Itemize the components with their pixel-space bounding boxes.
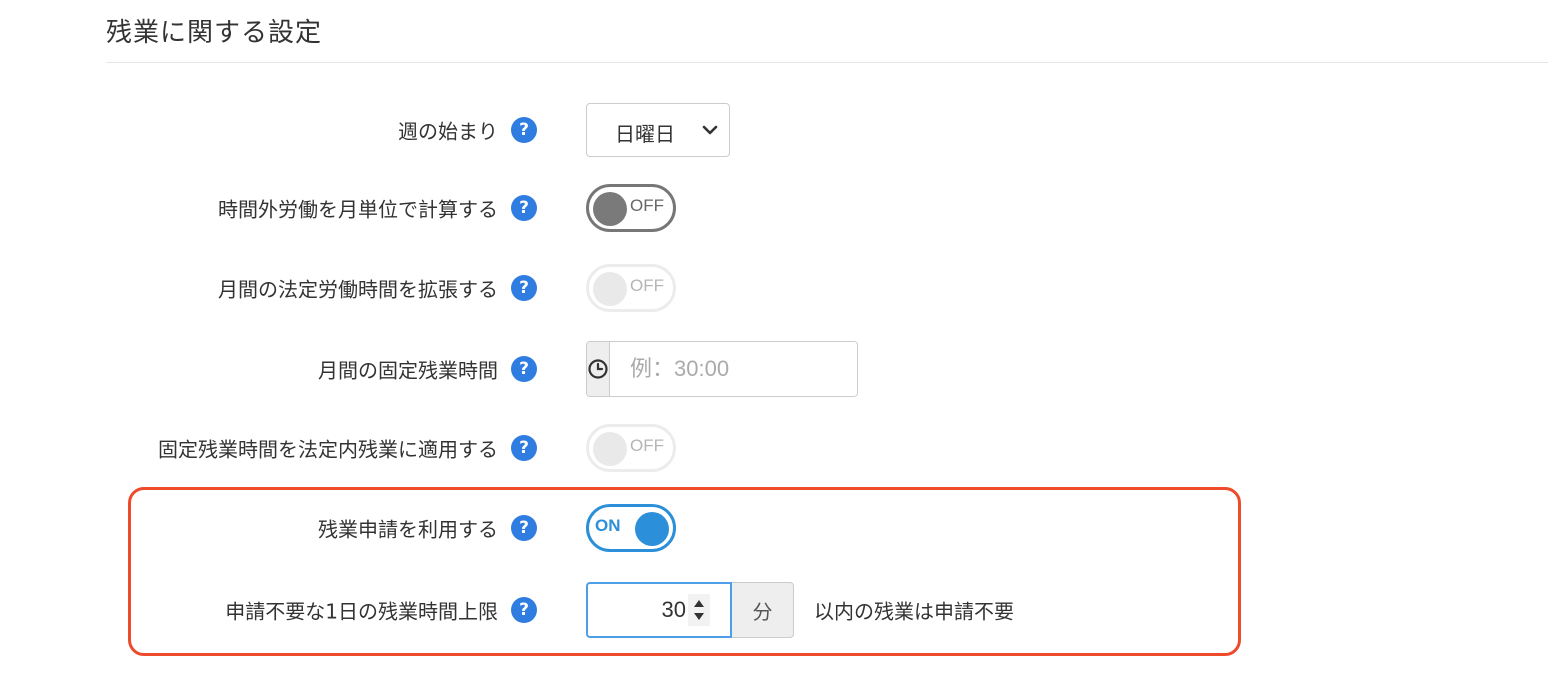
apply-fixed-label: 固定残業時間を法定内残業に適用する — [158, 437, 498, 462]
week-start-label: 週の始まり — [398, 119, 498, 144]
request-limit-input-group: 分 — [586, 582, 794, 638]
toggle-label: OFF — [630, 196, 664, 215]
request-limit-input[interactable] — [588, 584, 686, 636]
row-week-start: 週の始まり ? 日曜日 — [0, 102, 1548, 158]
question-circle-icon[interactable]: ? — [511, 117, 537, 143]
unit-addon: 分 — [732, 582, 794, 638]
fixed-overtime-input-group — [586, 341, 858, 397]
clock-icon — [588, 359, 608, 379]
spinner-arrows-icon[interactable] — [688, 594, 710, 626]
toggle-knob — [593, 192, 627, 226]
extend-legal-label: 月間の法定労働時間を拡張する — [218, 277, 498, 302]
row-monthly-calc: 時間外労働を月単位で計算する ? OFF — [0, 180, 1548, 236]
section-title: 残業に関する設定 — [106, 18, 323, 48]
toggle-knob — [593, 272, 627, 306]
toggle-knob — [635, 512, 669, 546]
extend-legal-toggle[interactable]: OFF — [586, 264, 676, 312]
request-limit-suffix: 以内の残業は申請不要 — [814, 599, 1014, 624]
spinner-up-icon[interactable] — [694, 600, 704, 607]
monthly-calc-toggle[interactable]: OFF — [586, 184, 676, 232]
chevron-down-icon — [702, 125, 718, 135]
row-apply-fixed: 固定残業時間を法定内残業に適用する ? OFF — [0, 420, 1548, 476]
toggle-label: OFF — [630, 276, 664, 295]
row-fixed-overtime: 月間の固定残業時間 ? — [0, 341, 1548, 397]
overtime-request-label: 残業申請を利用する — [318, 517, 498, 542]
question-circle-icon[interactable]: ? — [511, 597, 537, 623]
section-divider — [106, 62, 1548, 63]
question-circle-icon[interactable]: ? — [511, 275, 537, 301]
toggle-knob — [593, 432, 627, 466]
toggle-label: ON — [595, 516, 621, 535]
overtime-request-toggle[interactable]: ON — [586, 504, 676, 552]
question-circle-icon[interactable]: ? — [511, 435, 537, 461]
question-circle-icon[interactable]: ? — [511, 356, 537, 382]
request-limit-field[interactable] — [586, 582, 732, 638]
fixed-overtime-label: 月間の固定残業時間 — [318, 358, 498, 383]
clock-addon — [587, 342, 610, 396]
row-overtime-request: 残業申請を利用する ? ON — [0, 500, 1548, 556]
spinner-down-icon[interactable] — [694, 613, 704, 620]
question-circle-icon[interactable]: ? — [511, 515, 537, 541]
row-extend-legal: 月間の法定労働時間を拡張する ? OFF — [0, 260, 1548, 316]
apply-fixed-toggle[interactable]: OFF — [586, 424, 676, 472]
row-request-limit: 申請不要な1日の残業時間上限 ? 分 以内の残業は申請不要 — [0, 582, 1548, 638]
question-circle-icon[interactable]: ? — [511, 195, 537, 221]
monthly-calc-label: 時間外労働を月単位で計算する — [218, 197, 498, 222]
week-start-select[interactable]: 日曜日 — [586, 103, 730, 157]
request-limit-label: 申請不要な1日の残業時間上限 — [225, 599, 498, 624]
week-start-value: 日曜日 — [615, 122, 675, 146]
toggle-label: OFF — [630, 436, 664, 455]
fixed-overtime-input[interactable] — [610, 342, 857, 396]
